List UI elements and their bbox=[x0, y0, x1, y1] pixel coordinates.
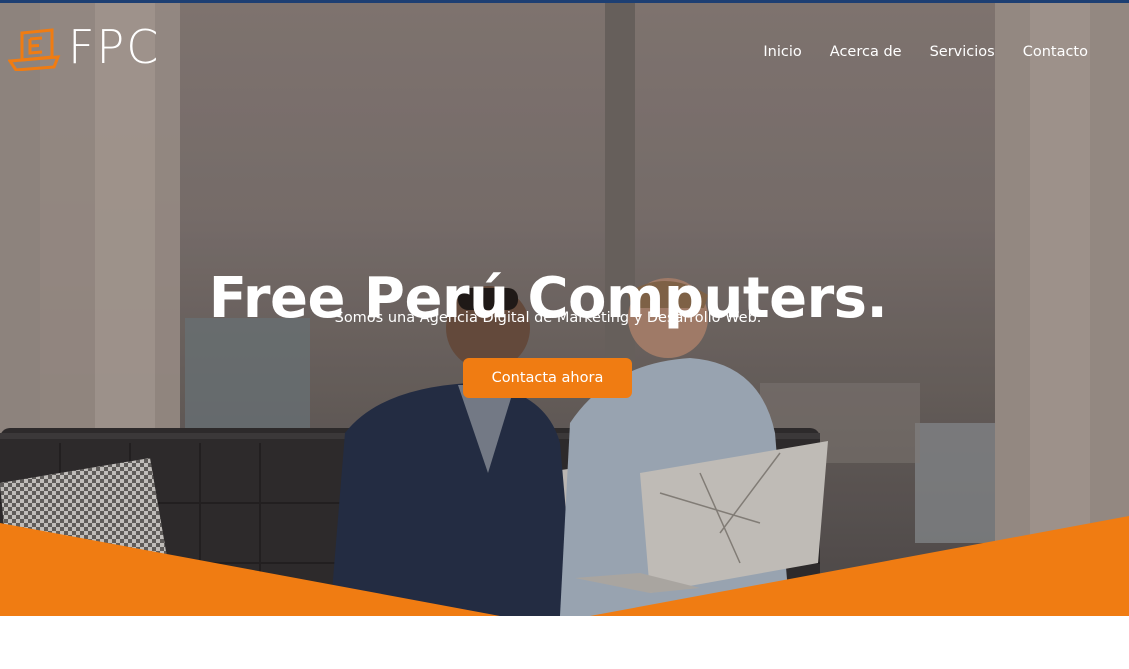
orange-wave-divider bbox=[0, 516, 1129, 616]
hero-section: FPC Inicio Acerca de Servicios Contacto … bbox=[0, 3, 1129, 616]
